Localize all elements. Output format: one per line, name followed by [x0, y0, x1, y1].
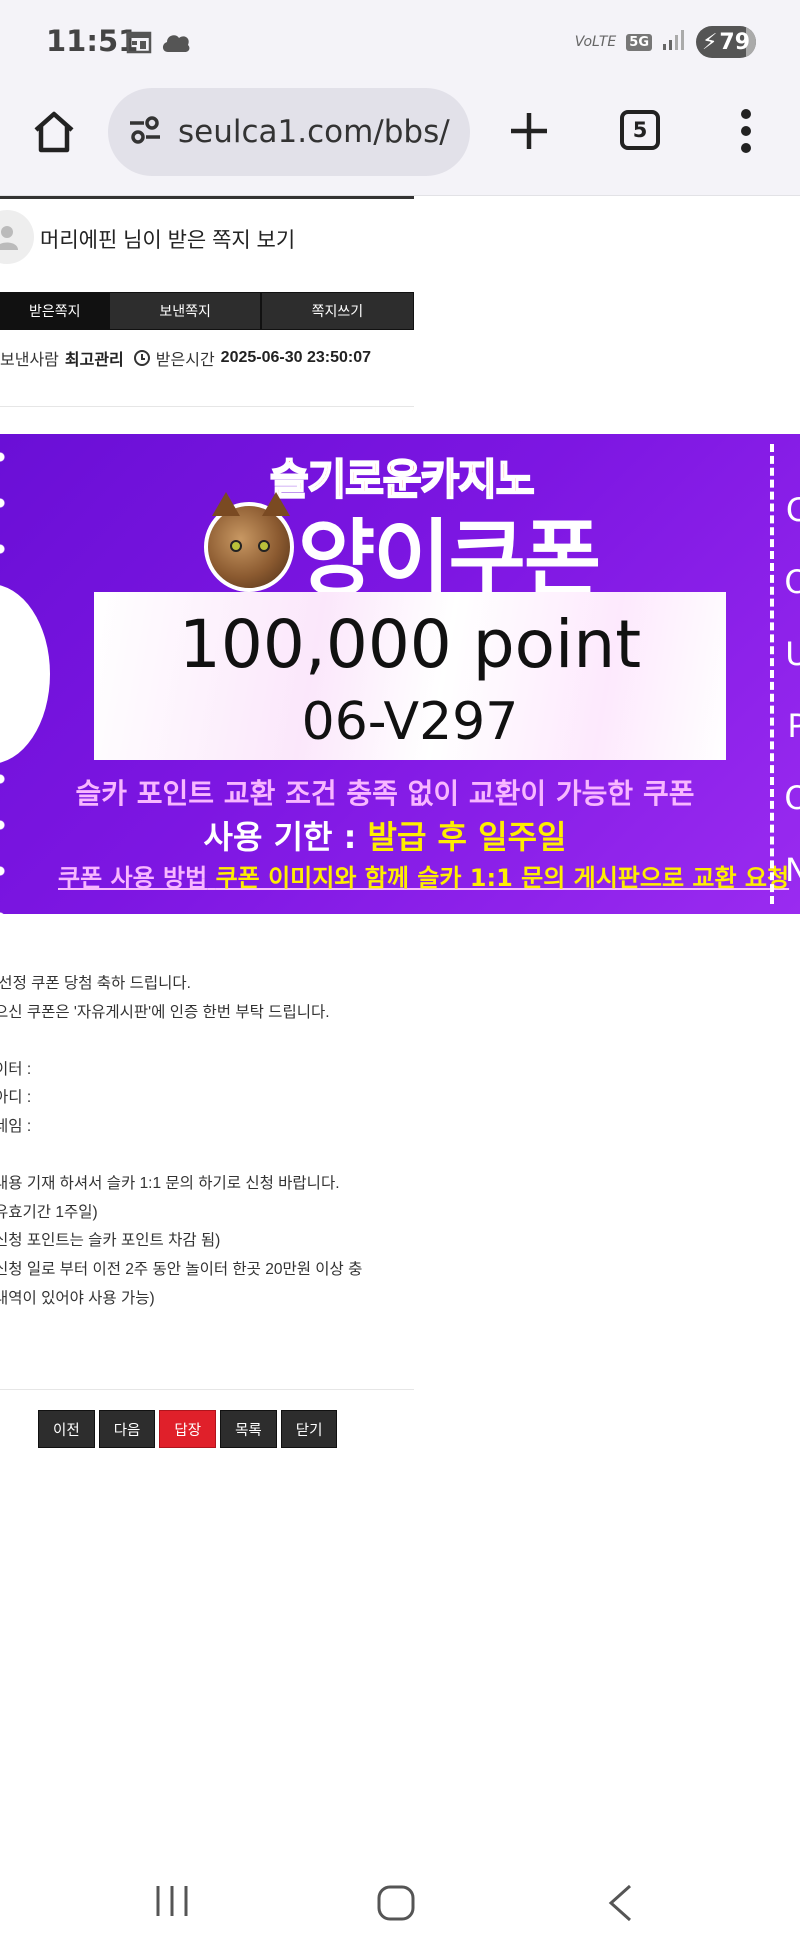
message-body-line: 네임 :: [0, 1117, 32, 1135]
coupon-usage-label: 쿠폰 사용 방법: [58, 864, 208, 892]
coupon-stub-divider: [770, 444, 774, 904]
coupon-value-box: 100,000 point 06-V297: [94, 592, 726, 760]
tab-switcher-button[interactable]: 5: [620, 110, 660, 150]
message-header: 머리에핀 님이 받은 쪽지 보기: [0, 208, 414, 268]
site-settings-icon[interactable]: [128, 115, 162, 150]
coupon-code: 06-V297: [301, 692, 519, 752]
message-body-line: 으신 쿠폰은 '자유게시판'에 인증 한번 부탁 드립니다.: [0, 1003, 330, 1021]
message-body-line: [0, 1142, 362, 1171]
coupon-image: 슬기로운카지노 양이쿠폰 100,000 point 06-V297 슬카 포인…: [0, 434, 800, 914]
coupon-expiry: 사용 기한 : 발급 후 일주일: [0, 812, 800, 858]
received-label: 받은시간: [155, 352, 215, 369]
tab-compose[interactable]: 쪽지쓰기: [259, 293, 413, 329]
close-button[interactable]: 닫기: [280, 1410, 338, 1448]
battery-indicator: ⚡ 79: [696, 26, 756, 58]
message-body: 선정 쿠폰 당첨 축하 드립니다. 으신 쿠폰은 '자유게시판'에 인증 한번 부…: [0, 970, 362, 1313]
message-body-line: 선정 쿠폰 당첨 축하 드립니다.: [0, 975, 191, 992]
user-icon: [0, 226, 18, 250]
system-nav-bar: [0, 1850, 800, 1956]
tab-sent[interactable]: 보낸쪽지: [108, 293, 260, 329]
home-nav-button[interactable]: [376, 1884, 416, 1927]
message-tabs: 받은쪽지 보낸쪽지 쪽지쓰기: [0, 292, 414, 330]
message-body-line: [0, 1027, 362, 1056]
coupon-amount: 100,000 point: [178, 606, 642, 683]
body-divider: [0, 1389, 414, 1390]
list-button[interactable]: 목록: [220, 1410, 277, 1448]
message-body-line: 신청 일로 부터 이전 2주 동안 놀이터 한곳 20만원 이상 충: [0, 1260, 363, 1278]
more-menu-button[interactable]: [738, 108, 754, 154]
plus-icon: [511, 113, 547, 149]
more-vert-icon: [741, 109, 751, 153]
cloud-icon: [160, 30, 192, 61]
top-divider: [0, 196, 414, 199]
coupon-expiry-label: 사용 기한 :: [203, 818, 357, 856]
network-5g-indicator: 5G: [626, 33, 652, 51]
coupon-notch: [0, 584, 50, 764]
status-bar: 11:51 VoLTE 5G ⚡ 79: [0, 0, 800, 86]
cat-image: [204, 492, 294, 592]
signal-icon: [662, 29, 686, 56]
volte-indicator: VoLTE: [574, 34, 617, 50]
message-body-line: 내용 기재 하셔서 슬카 1:1 문의 하기로 신청 바랍니다.: [0, 1175, 340, 1193]
prev-button[interactable]: 이전: [38, 1410, 95, 1448]
message-meta: 보낸사람 최고관리 받은시간 2025-06-30 23:50:07: [0, 346, 371, 370]
status-time: 11:51: [46, 24, 139, 58]
sender-label: 보낸사람: [0, 352, 59, 369]
meta-divider: [0, 406, 414, 407]
url-text[interactable]: seulca1.com/bbs/: [178, 114, 450, 150]
coupon-expiry-value: 발급 후 일주일: [367, 818, 567, 856]
sender-name[interactable]: 최고관리: [65, 346, 124, 370]
tab-received[interactable]: 받은쪽지: [1, 293, 109, 329]
message-body-line: 유효기간 1주일): [0, 1203, 98, 1221]
home-nav-icon: [377, 1885, 415, 1921]
avatar: [0, 210, 34, 264]
coupon-condition: 슬카 포인트 교환 조건 충족 없이 교환이 가능한 쿠폰: [75, 777, 695, 810]
coupon-usage-value: 쿠폰 이미지와 함께 슬카 1:1 문의 게시판으로 교환 요청: [215, 864, 790, 892]
message-actions: 이전 다음 답장 목록 닫기: [38, 1410, 338, 1448]
message-body-line: 신청 포인트는 슬카 포인트 차감 됨): [0, 1232, 221, 1250]
back-icon: [608, 1884, 632, 1922]
calendar-icon: [126, 30, 152, 59]
home-button[interactable]: [30, 108, 78, 156]
next-button[interactable]: 다음: [98, 1410, 156, 1448]
status-indicators: VoLTE 5G ⚡ 79: [575, 26, 756, 58]
browser-toolbar: seulca1.com/bbs/ 5: [0, 86, 800, 196]
message-body-line: 이터 :: [0, 1060, 32, 1078]
home-icon: [34, 111, 74, 153]
clock-icon: [133, 350, 150, 366]
new-tab-button[interactable]: [508, 110, 550, 152]
message-body-line: 아디 :: [0, 1089, 32, 1107]
coupon-stub-text: COUPON: [784, 491, 800, 889]
message-body-line: 내역이 있어야 사용 가능): [0, 1289, 155, 1307]
page-title: 머리에핀 님이 받은 쪽지 보기: [40, 229, 296, 252]
coupon-usage: 쿠폰 사용 방법 쿠폰 이미지와 함께 슬카 1:1 문의 게시판으로 교환 요…: [58, 858, 789, 893]
back-button[interactable]: [606, 1884, 634, 1927]
address-bar[interactable]: seulca1.com/bbs/: [108, 88, 470, 176]
recent-apps-icon: [156, 1886, 188, 1916]
received-time: 2025-06-30 23:50:07: [220, 349, 372, 366]
reply-button[interactable]: 답장: [159, 1410, 217, 1448]
recent-apps-button[interactable]: [154, 1884, 190, 1923]
charging-icon: ⚡: [701, 29, 718, 55]
